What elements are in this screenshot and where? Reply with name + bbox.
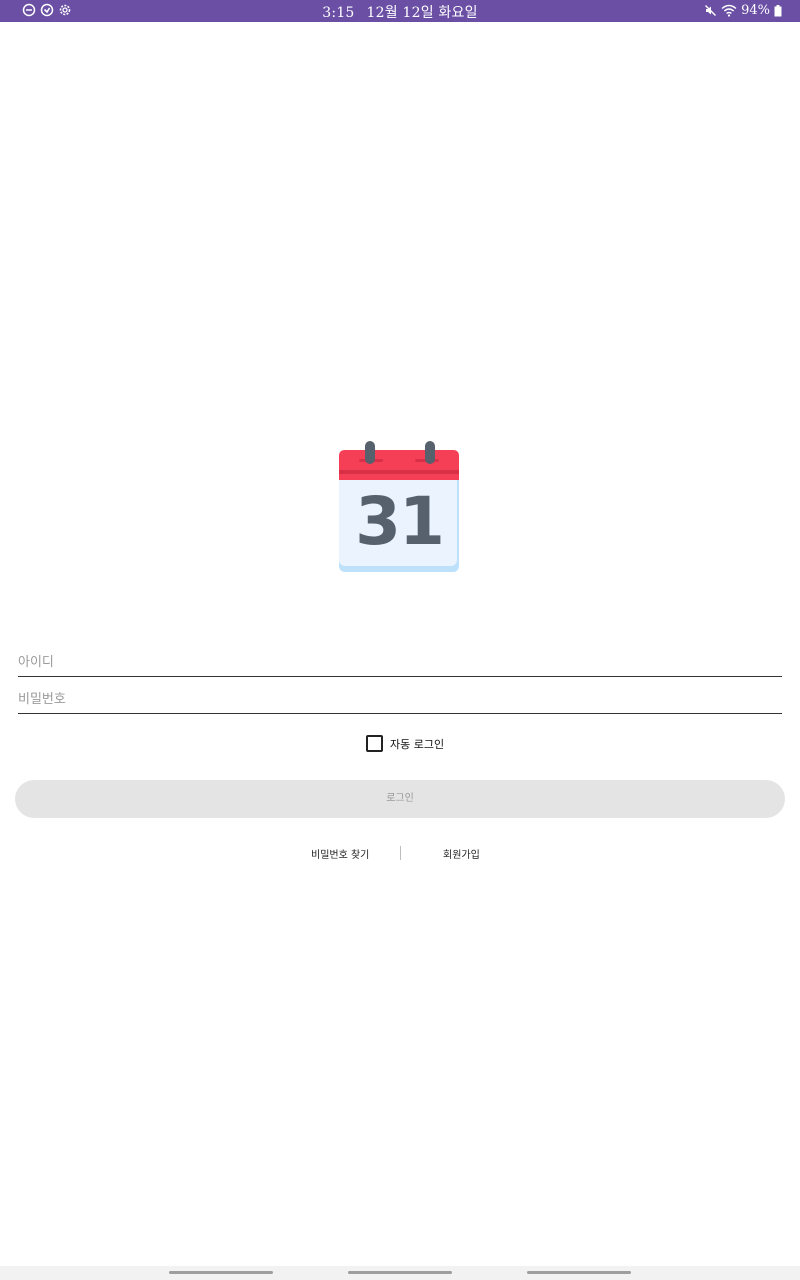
calendar-logo: 31 <box>336 440 462 574</box>
home-button[interactable] <box>348 1271 452 1274</box>
status-time: 3:15 <box>322 5 355 21</box>
id-input[interactable] <box>18 650 782 674</box>
status-date: 12월 12일 화요일 <box>366 5 478 21</box>
status-clock: 3:15 12월 12일 화요일 <box>0 2 800 22</box>
battery-icon <box>774 4 782 16</box>
wifi-icon <box>721 4 737 17</box>
auto-login-label: 자동 로그인 <box>390 737 445 751</box>
login-button[interactable]: 로그인 <box>15 780 785 818</box>
id-field[interactable] <box>18 647 782 677</box>
navigation-bar <box>0 1266 800 1280</box>
sign-up-link[interactable]: 회원가입 <box>443 846 480 861</box>
mute-icon <box>705 5 717 16</box>
status-right-icons: 94% <box>704 3 782 18</box>
auto-login-checkbox[interactable] <box>366 735 383 752</box>
battery-percent: 94% <box>741 3 770 18</box>
find-password-link[interactable]: 비밀번호 찾기 <box>311 846 369 861</box>
link-divider <box>400 846 401 860</box>
password-input[interactable] <box>18 687 782 711</box>
auto-login-toggle[interactable]: 자동 로그인 <box>366 735 444 752</box>
calendar-day-number: 31 <box>355 483 445 560</box>
back-button[interactable] <box>527 1271 631 1274</box>
password-field[interactable] <box>18 684 782 714</box>
status-bar: 3:15 12월 12일 화요일 94% <box>0 0 800 22</box>
recent-apps-button[interactable] <box>169 1271 273 1274</box>
